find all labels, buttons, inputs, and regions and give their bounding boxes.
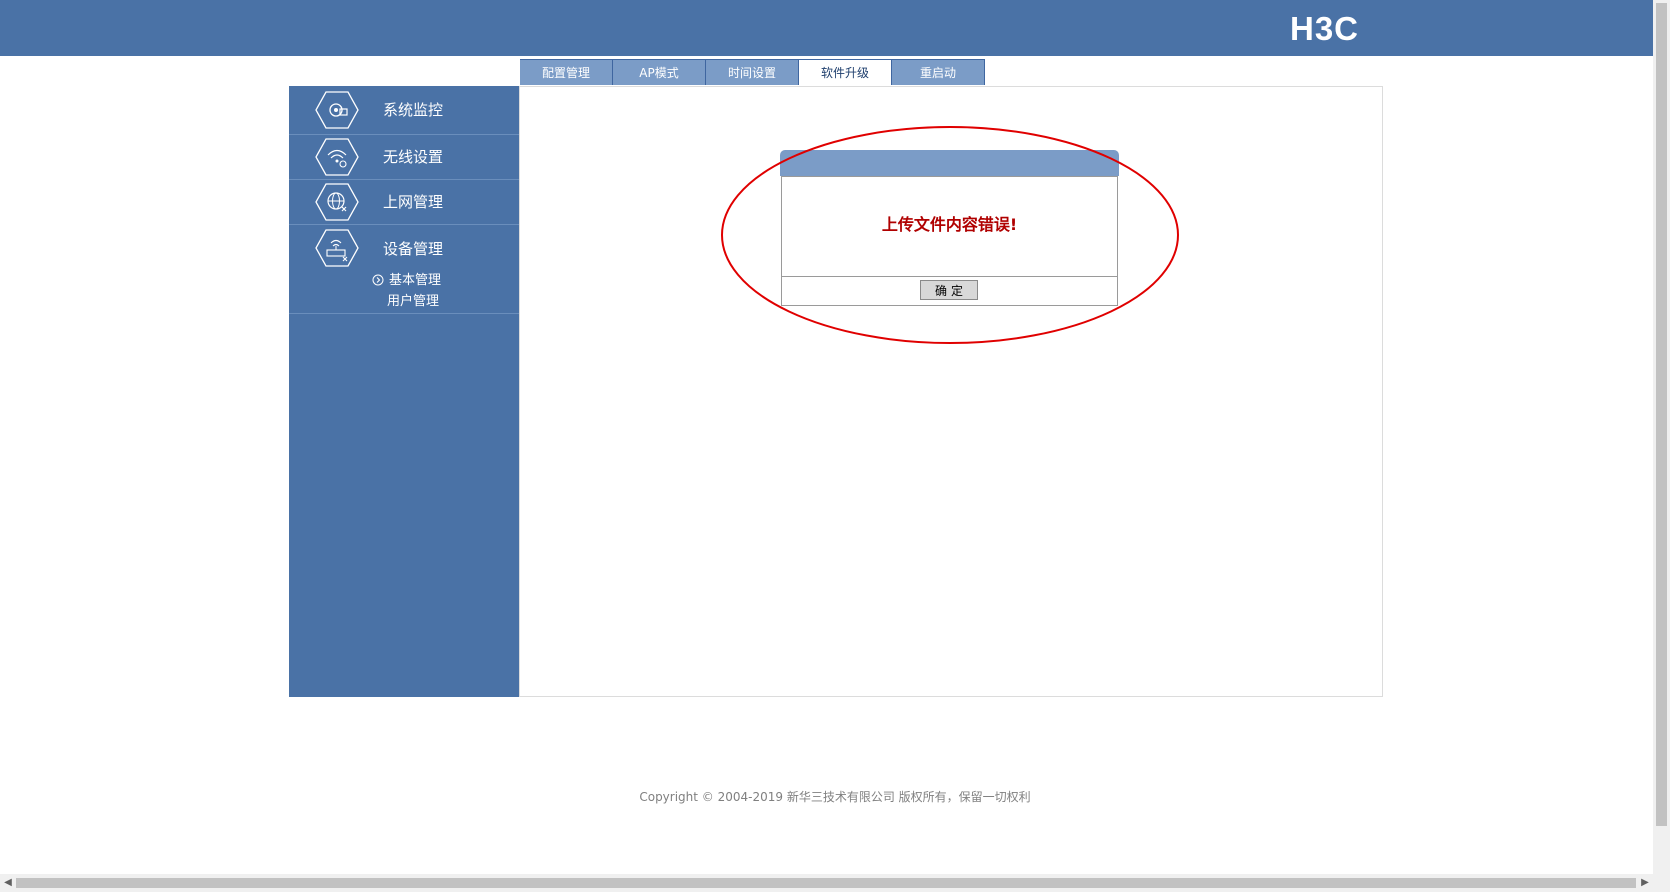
sidebar-item-label: 上网管理 [383,193,444,211]
h3c-logo: H3C [1290,10,1360,47]
sidebar: 系统监控 无线设置 上网管理 设备管理 基本管理 用户管理 [289,86,519,697]
horizontal-scrollbar-thumb[interactable] [16,878,1636,888]
sidebar-item-wireless-settings[interactable]: 无线设置 [289,135,519,180]
horizontal-scrollbar[interactable]: ◀ ▶ [0,874,1670,892]
top-banner: H3C [0,0,1653,56]
top-tabs: 配置管理 AP模式 时间设置 软件升级 重启动 [520,59,985,85]
sidebar-item-label: 系统监控 [383,101,444,119]
sidebar-subitem-basic-management[interactable]: 基本管理 [389,272,441,290]
sidebar-item-device-management[interactable]: 设备管理 基本管理 用户管理 [289,225,519,314]
vertical-scrollbar-thumb[interactable] [1656,3,1667,826]
scroll-right-arrow-icon[interactable]: ▶ [1638,876,1652,890]
gear-monitor-icon [315,91,359,129]
sidebar-item-label: 无线设置 [383,148,444,166]
sidebar-item-internet-management[interactable]: 上网管理 [289,180,519,225]
sidebar-item-label: 设备管理 [383,240,444,258]
annotation-ellipse [721,126,1179,344]
tab-ap-mode[interactable]: AP模式 [613,59,706,85]
wireless-icon [315,138,359,176]
sidebar-subitem-user-management[interactable]: 用户管理 [387,293,439,311]
tab-config-management[interactable]: 配置管理 [520,59,613,85]
globe-icon [315,183,359,221]
router-icon [315,229,359,267]
tab-software-upgrade[interactable]: 软件升级 [799,59,892,85]
copyright-text: Copyright © 2004-2019 新华三技术有限公司 版权所有，保留一… [639,790,1031,804]
tab-reboot[interactable]: 重启动 [892,59,985,85]
scroll-left-arrow-icon[interactable]: ◀ [1,876,15,890]
tab-time-settings[interactable]: 时间设置 [706,59,799,85]
vertical-scrollbar[interactable] [1653,0,1670,874]
chevron-right-icon [372,274,384,286]
sidebar-item-system-monitor[interactable]: 系统监控 [289,86,519,135]
